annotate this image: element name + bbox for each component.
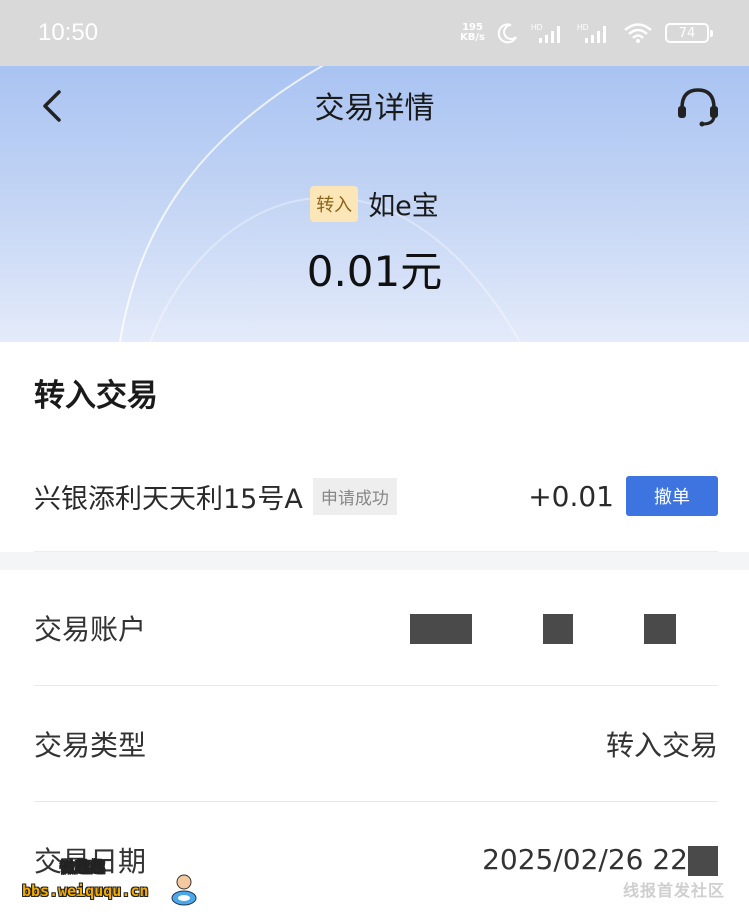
transaction-header: 转入 如e宝 [0,184,749,223]
hd-signal-icon: HD [531,23,560,43]
mascot-icon [171,874,197,906]
watermark-site-name: 微趣趣 [60,858,106,877]
account-row: 交易账户 [34,570,718,685]
watermark-url: bbs.weiququ.cn [22,882,149,900]
wifi-icon [624,23,652,43]
watermark-right-text: 线报首发社区 [622,881,725,900]
page-title: 交易详情 [314,91,435,126]
status-icons: 195 KB/s HD HD 74 [460,22,713,44]
section-title: 转入交易 [34,378,158,414]
type-label: 交易类型 [34,728,147,762]
redaction-block [410,614,473,644]
redaction-block [644,614,676,644]
customer-service-button[interactable] [675,84,721,128]
fund-row: 兴银添利天天利15号A 申请成功 +0.01 撤单 [34,476,718,516]
date-value: 2025/02/26 22 [482,843,718,876]
status-time: 10:50 [38,19,99,46]
type-value: 转入交易 [605,728,718,762]
type-row: 交易类型 转入交易 [34,686,718,801]
fund-change-amount: +0.01 [528,479,614,513]
fund-name: 兴银添利天天利15号A [34,483,303,515]
hero-header: 交易详情 转入 如e宝 0.01元 [0,66,749,342]
account-value-redacted [410,611,718,644]
battery-level: 74 [678,25,696,41]
transaction-amount: 0.01元 [306,247,443,296]
back-button[interactable] [34,86,70,126]
redaction-block [688,846,718,876]
cancel-order-button[interactable]: 撤单 [626,476,718,516]
svg-text:HD: HD [531,23,543,32]
nav-bar: 交易详情 [0,66,749,144]
status-bar: 10:50 195 KB/s HD HD 74 [0,0,749,66]
moon-icon [497,23,517,44]
svg-text:HD: HD [577,23,589,32]
product-name: 如e宝 [368,191,439,222]
site-watermark: 微趣趣 bbs.weiququ.cn [22,852,202,912]
battery-icon: 74 [665,23,713,43]
transaction-type-tag: 转入 [310,185,359,222]
status-badge: 申请成功 [312,477,397,515]
transaction-detail-card: 转入交易 兴银添利天天利15号A 申请成功 +0.01 撤单 [0,342,749,552]
net-speed-unit: KB/s [460,32,485,43]
date-text: 2025/02/26 22 [482,843,688,876]
redaction-block [543,614,574,644]
chevron-left-icon [43,90,61,122]
account-label: 交易账户 [34,612,147,646]
net-speed: 195 KB/s [460,23,485,43]
headset-icon [678,88,718,127]
hd-signal-icon: HD [577,23,606,43]
divider [34,551,718,552]
